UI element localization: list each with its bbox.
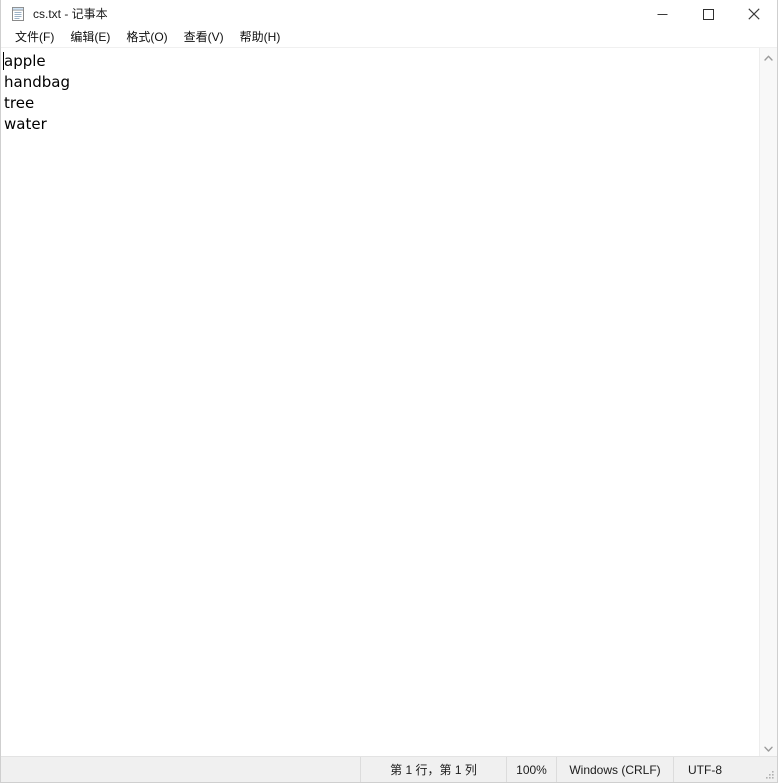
close-icon [748, 8, 760, 20]
minimize-button[interactable] [639, 0, 685, 28]
menu-bar: 文件(F) 编辑(E) 格式(O) 查看(V) 帮助(H) [1, 28, 777, 48]
text-line: apple [4, 52, 46, 70]
text-line: water [4, 115, 47, 133]
notepad-window: cs.txt - 记事本 文件(F) 编辑(E) 格式(O) 查看(V) 帮助(… [0, 0, 778, 783]
window-title: cs.txt - 记事本 [33, 7, 108, 21]
text-line: tree [4, 94, 35, 112]
status-encoding[interactable]: UTF-8 [673, 757, 759, 782]
resize-grip[interactable] [759, 757, 777, 782]
title-bar[interactable]: cs.txt - 记事本 [1, 0, 777, 28]
menu-item-help[interactable]: 帮助(H) [232, 28, 289, 47]
notepad-icon [10, 6, 26, 22]
menu-item-file[interactable]: 文件(F) [7, 28, 62, 47]
maximize-button[interactable] [685, 0, 731, 28]
window-controls [639, 0, 777, 28]
chevron-down-icon [764, 739, 773, 757]
status-bar: 第 1 行，第 1 列 100% Windows (CRLF) UTF-8 [1, 756, 777, 782]
minimize-icon [657, 9, 668, 20]
menu-item-format[interactable]: 格式(O) [118, 28, 175, 47]
status-cursor-position: 第 1 行，第 1 列 [360, 757, 506, 782]
text-line: handbag [4, 73, 70, 91]
maximize-icon [702, 8, 714, 20]
scroll-up-button[interactable] [760, 48, 777, 65]
menu-item-edit[interactable]: 编辑(E) [62, 28, 118, 47]
status-zoom-level[interactable]: 100% [506, 757, 556, 782]
close-button[interactable] [731, 0, 777, 28]
status-line-ending[interactable]: Windows (CRLF) [556, 757, 673, 782]
editor-area: apple handbag tree water [1, 48, 777, 756]
title-bar-left: cs.txt - 记事本 [1, 6, 639, 22]
vertical-scrollbar[interactable] [759, 48, 777, 756]
scrollbar-track[interactable] [760, 65, 777, 739]
text-editor[interactable]: apple handbag tree water [1, 48, 759, 756]
text-caret [3, 52, 4, 70]
scroll-down-button[interactable] [760, 739, 777, 756]
chevron-up-icon [764, 48, 773, 66]
menu-item-view[interactable]: 查看(V) [176, 28, 232, 47]
resize-grip-icon [766, 771, 774, 779]
